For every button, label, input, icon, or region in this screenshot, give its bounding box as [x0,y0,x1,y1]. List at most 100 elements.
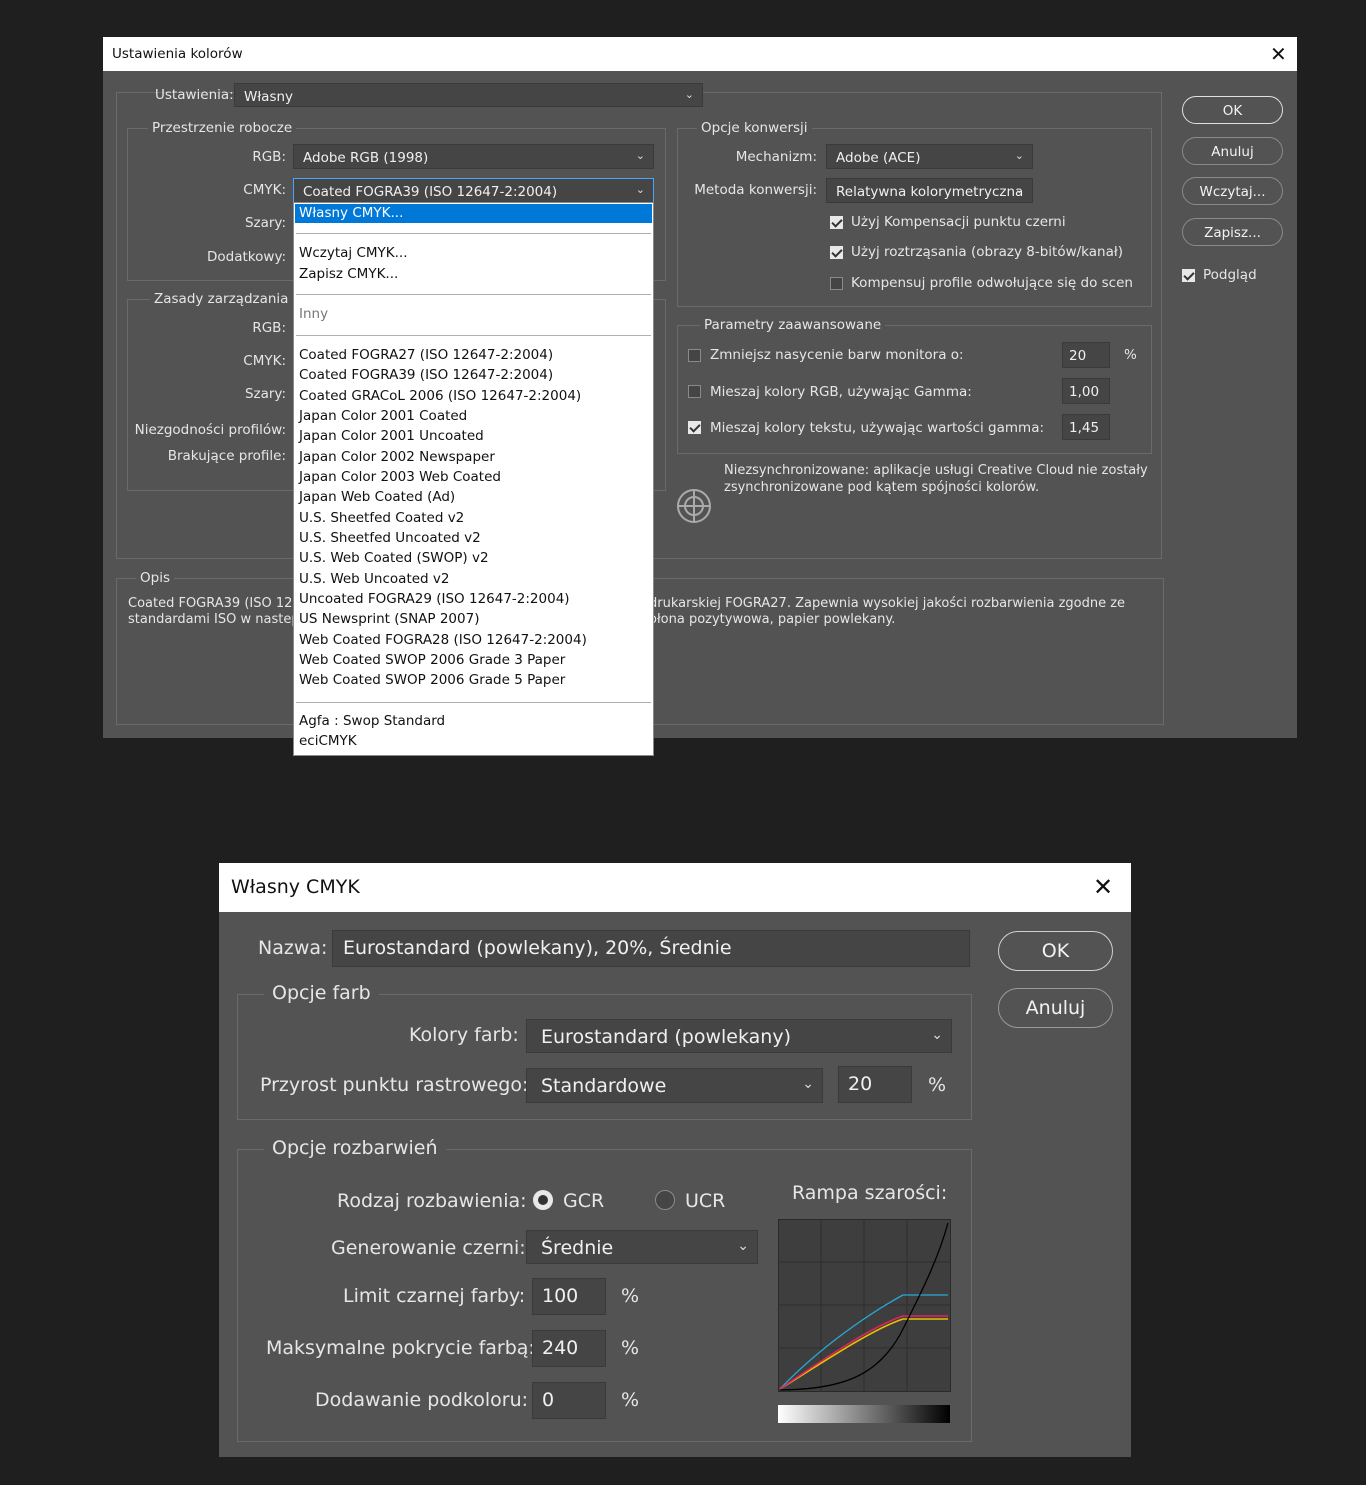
title-bar: Ustawienia kolorów ✕ [103,37,1297,71]
black-ink-limit-unit: % [621,1285,640,1307]
settings-value: Własny [244,89,294,105]
blend-rgb-label: Mieszaj kolory RGB, używając Gamma: [710,384,972,400]
dot-gain-label: Przyrost punktu rastrowego: [260,1074,529,1096]
profile-item[interactable]: Web Coated FOGRA28 (ISO 12647-2:2004) [299,632,587,648]
policy-cmyk-label: CMYK: [243,353,286,369]
close-icon[interactable]: ✕ [1270,44,1287,64]
ucr-amount-input[interactable]: 0 [532,1382,606,1419]
profile-item[interactable]: Web Coated SWOP 2006 Grade 3 Paper [299,652,565,668]
dot-gain-select[interactable]: Standardowe ⌄ [526,1068,823,1103]
close-icon[interactable]: ✕ [1093,875,1113,899]
chevron-down-icon: ⌄ [635,149,645,162]
black-generation-select[interactable]: Średnie ⌄ [526,1230,758,1264]
load-button[interactable]: Wczytaj... [1182,177,1283,205]
gray-gradient-bar [778,1405,950,1423]
policies-title: Zasady zarządzania ko [150,291,313,307]
dither-label: Użyj roztrząsania (obrazy 8-bitów/kanał) [851,244,1123,260]
preview-checkbox[interactable] [1182,269,1195,282]
black-ink-limit-input[interactable]: 100 [532,1278,606,1315]
profile-item[interactable]: Japan Color 2003 Web Coated [299,469,501,485]
dot-gain-input[interactable]: 20 [838,1066,912,1103]
desaturate-input[interactable]: 20 [1062,342,1110,368]
profile-item[interactable]: Japan Color 2001 Uncoated [299,428,484,444]
blend-text-label: Mieszaj kolory tekstu, używając wartości… [710,420,1045,436]
name-input[interactable]: Eurostandard (powlekany), 20%, Średnie [332,930,970,967]
gray-ramp-graph [778,1219,951,1392]
profile-mismatch-label: Niezgodności profilów: [134,422,286,438]
dropdown-separator [296,335,651,336]
separation-options-title: Opcje rozbarwień [264,1137,446,1159]
profile-item[interactable]: Web Coated SWOP 2006 Grade 5 Paper [299,672,565,688]
preview-label: Podgląd [1203,267,1257,283]
profile-item[interactable]: U.S. Web Coated (SWOP) v2 [299,550,489,566]
profile-item[interactable]: U.S. Sheetfed Coated v2 [299,510,464,526]
sync-status-icon [677,489,711,523]
rgb-select[interactable]: Adobe RGB (1998) ⌄ [293,144,654,169]
load-cmyk-item[interactable]: Wczytaj CMYK... [299,245,408,261]
chevron-down-icon: ⌄ [635,183,645,196]
sync-text-line2: zsynchronizowane pod kątem spójności kol… [724,480,1040,495]
profile-item[interactable]: Uncoated FOGRA29 (ISO 12647-2:2004) [299,591,570,607]
profile-item[interactable]: US Newsprint (SNAP 2007) [299,611,479,627]
profile-item[interactable]: Agfa : Swop Standard [299,713,445,729]
bpc-checkbox[interactable] [830,216,843,229]
description-line1-right: drukarskiej FOGRA27. Zapewnia wysokiej j… [649,596,1126,611]
profile-item[interactable]: Coated FOGRA39 (ISO 12647-2:2004) [299,367,553,383]
desaturate-checkbox[interactable] [688,349,701,362]
blend-text-input[interactable]: 1,45 [1062,414,1110,440]
ink-colors-value: Eurostandard (powlekany) [541,1026,791,1048]
ucr-radio[interactable] [655,1190,675,1210]
radio-dot [538,1195,548,1205]
ink-options-title: Opcje farb [264,982,379,1004]
cancel-button[interactable]: Anuluj [1182,137,1283,165]
chevron-down-icon: ⌄ [737,1238,749,1254]
cmyk-dropdown-list: Własny CMYK... Wczytaj CMYK... Zapisz CM… [293,202,654,756]
profile-item[interactable]: Japan Color 2002 Newspaper [299,449,495,465]
profile-item[interactable]: Coated GRACoL 2006 (ISO 12647-2:2004) [299,388,581,404]
sync-text-line1: Niezsynchronizowane: aplikacje usługi Cr… [724,463,1148,478]
chevron-down-icon: ⌄ [684,88,694,101]
profile-item[interactable]: eciCMYK [299,733,357,749]
cmyk-select[interactable]: Coated FOGRA39 (ISO 12647-2:2004) ⌄ [293,178,654,203]
black-generation-value: Średnie [541,1237,614,1259]
total-ink-limit-unit: % [621,1337,640,1359]
ok-button[interactable]: OK [998,931,1113,971]
ink-colors-select[interactable]: Eurostandard (powlekany) ⌄ [526,1019,952,1053]
profile-item[interactable]: U.S. Sheetfed Uncoated v2 [299,530,481,546]
chevron-down-icon: ⌄ [1014,149,1024,162]
save-cmyk-item[interactable]: Zapisz CMYK... [299,266,398,282]
settings-label: Ustawienia: [155,87,234,103]
missing-profiles-label: Brakujące profile: [167,448,286,464]
conversion-title: Opcje konwersji [697,120,812,136]
working-spaces-title: Przestrzenie robocze [148,120,297,136]
profile-item[interactable]: Japan Web Coated (Ad) [299,489,455,505]
profile-item[interactable]: Japan Color 2001 Coated [299,408,467,424]
profile-item[interactable]: Coated FOGRA27 (ISO 12647-2:2004) [299,347,553,363]
black-generation-label: Generowanie czerni: [331,1237,526,1259]
intent-select[interactable]: Relatywna kolorymetryczna ⌄ [826,178,1033,203]
scene-checkbox[interactable] [830,277,843,290]
advanced-title: Parametry zaawansowane [700,317,886,333]
dither-checkbox[interactable] [830,246,843,259]
gcr-radio[interactable] [533,1190,553,1210]
engine-select[interactable]: Adobe (ACE) ⌄ [826,144,1033,169]
chevron-down-icon: ⌄ [1014,183,1024,196]
settings-select[interactable]: Własny ⌄ [234,83,703,107]
blend-text-checkbox[interactable] [688,421,701,434]
rgb-value: Adobe RGB (1998) [303,150,429,166]
cmyk-value: Coated FOGRA39 (ISO 12647-2:2004) [303,184,558,200]
custom-cmyk-item[interactable]: Własny CMYK... [299,205,403,221]
total-ink-limit-input[interactable]: 240 [532,1330,606,1367]
engine-value: Adobe (ACE) [836,150,921,166]
spot-label: Dodatkowy: [207,249,286,265]
custom-cmyk-dialog: Własny CMYK ✕ Nazwa: Eurostandard (powle… [219,863,1131,1457]
blend-rgb-checkbox[interactable] [688,385,701,398]
profile-item[interactable]: U.S. Web Uncoated v2 [299,571,449,587]
color-settings-dialog: Ustawienia kolorów ✕ Ustawienia: Własny … [103,37,1297,738]
ok-button[interactable]: OK [1182,96,1283,124]
save-button[interactable]: Zapisz... [1182,218,1283,246]
blend-rgb-input[interactable]: 1,00 [1062,378,1110,404]
cancel-button[interactable]: Anuluj [998,988,1113,1028]
dialog-title: Własny CMYK [231,876,360,898]
ucr-amount-unit: % [621,1389,640,1411]
